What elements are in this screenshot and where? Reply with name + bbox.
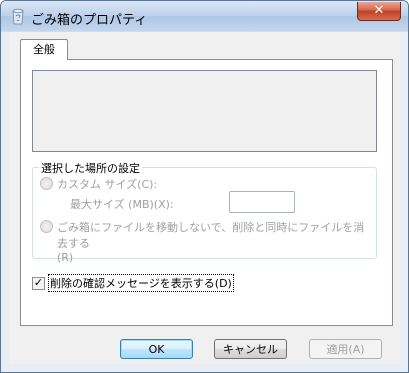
no-recycle-radio[interactable] [40, 220, 53, 233]
window-title: ごみ箱のプロパティ [31, 13, 148, 28]
properties-window: ごみ箱のプロパティ ✕ 全般 選択した場所の設定 カスタム サイズ(C): 最大… [0, 0, 409, 373]
no-recycle-label: ごみ箱にファイルを移動しないで、削除と同時にファイルを消去する (R) [57, 219, 370, 264]
custom-size-label: カスタム サイズ(C): [57, 178, 158, 191]
confirm-delete-checkbox[interactable]: ✓ [32, 276, 45, 290]
no-recycle-label-line2: (R) [57, 251, 74, 264]
location-list[interactable] [32, 70, 377, 152]
cancel-button[interactable]: キャンセル [214, 339, 287, 359]
close-button[interactable]: ✕ [357, 2, 401, 21]
custom-size-option[interactable]: カスタム サイズ(C): [40, 176, 157, 192]
max-size-label: 最大サイズ (MB)(X): [70, 198, 174, 211]
confirm-delete-label: 削除の確認メッセージを表示する(D) [48, 274, 234, 292]
tab-general[interactable]: 全般 [20, 39, 68, 60]
apply-button[interactable]: 適用(A) [309, 339, 382, 359]
title-bar[interactable]: ごみ箱のプロパティ ✕ [1, 1, 408, 31]
custom-size-radio[interactable] [40, 177, 53, 190]
no-recycle-label-line1: ごみ箱にファイルを移動しないで、削除と同時にファイルを消去する [57, 221, 365, 250]
confirm-delete-option[interactable]: ✓ 削除の確認メッセージを表示する(D) [32, 274, 234, 292]
group-legend: 選択した場所の設定 [39, 160, 142, 176]
dialog-client-area: 全般 選択した場所の設定 カスタム サイズ(C): 最大サイズ (MB)(X):… [9, 32, 400, 364]
close-icon: ✕ [373, 3, 385, 18]
recycle-bin-icon [12, 8, 24, 25]
general-tab-panel: 選択した場所の設定 カスタム サイズ(C): 最大サイズ (MB)(X): ごみ… [20, 59, 393, 326]
selected-location-settings-group: 選択した場所の設定 カスタム サイズ(C): 最大サイズ (MB)(X): ごみ… [32, 160, 377, 264]
ok-button[interactable]: OK [120, 339, 193, 359]
max-size-input[interactable] [229, 191, 295, 213]
no-recycle-option[interactable]: ごみ箱にファイルを移動しないで、削除と同時にファイルを消去する (R) [40, 219, 370, 264]
